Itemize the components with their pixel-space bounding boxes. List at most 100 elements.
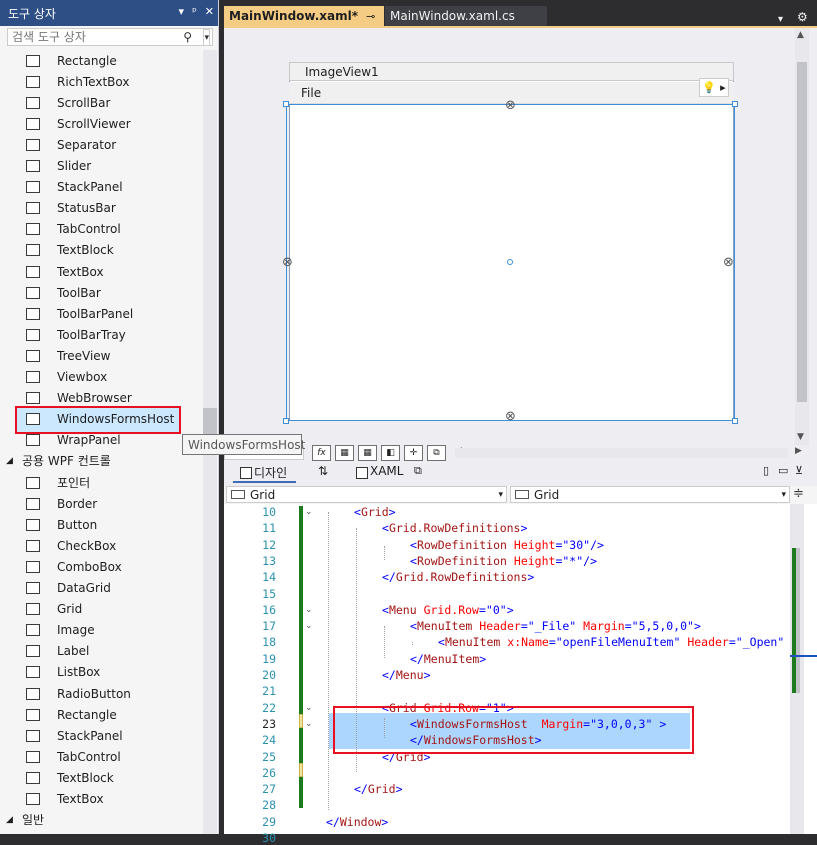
expand-icon[interactable]: ◢ — [6, 456, 16, 466]
toolbox-search[interactable]: ⚲ ▾ — [7, 28, 213, 46]
view-switch-bar — [224, 461, 817, 486]
chevron-down-icon[interactable]: ▾ — [203, 29, 210, 46]
dropdown-icon[interactable]: ▾ — [179, 5, 185, 18]
element-selector-left[interactable]: Grid ▾ — [226, 486, 507, 503]
toolbox-item[interactable]: CheckBox — [14, 535, 200, 556]
toolbox-item[interactable]: Image — [14, 620, 200, 641]
menu-item-file[interactable]: File — [301, 86, 321, 100]
snap-lines-icon[interactable]: ✛ — [404, 445, 423, 461]
artboard-icon[interactable]: ◧ — [381, 445, 400, 461]
listbox-icon — [26, 666, 40, 679]
designer-scroll-thumb[interactable] — [797, 62, 807, 402]
toolbox-item[interactable]: ListBox — [14, 662, 200, 683]
toolbox-item[interactable]: Label — [14, 641, 200, 662]
toolbox-category-label: 일반 — [22, 813, 45, 828]
close-icon[interactable]: ✕ — [205, 5, 214, 18]
resize-handle[interactable] — [732, 418, 738, 424]
swap-panes-button[interactable]: ⇅ — [318, 464, 328, 478]
toolbox-item[interactable]: TreeView — [14, 345, 200, 366]
tab-mainwindow-xaml[interactable]: MainWindow.xaml* ⊸ ✕ — [224, 6, 393, 26]
toolbox-item[interactable]: Border — [14, 493, 200, 514]
resize-handle[interactable] — [283, 418, 289, 424]
margin-link-icon[interactable]: ⊗ — [723, 255, 734, 270]
collapse-icon[interactable]: ⌄ — [305, 703, 313, 713]
toolbox-item[interactable]: TabControl — [14, 746, 200, 767]
line-number: 27 — [262, 782, 276, 797]
expand-icon[interactable]: ◢ — [6, 815, 16, 825]
toolbox-item[interactable]: TabControl — [14, 219, 200, 240]
formula-icon[interactable]: fx — [312, 445, 331, 461]
textblock-icon — [26, 771, 40, 784]
snap-grid-icon[interactable]: ▦ — [358, 445, 377, 461]
device-icon[interactable]: ⧉ — [427, 445, 446, 461]
toolbox-item-label: StackPanel — [57, 728, 123, 743]
pin-icon[interactable]: ᵖ — [192, 5, 197, 18]
tab-mainwindow-xaml-cs[interactable]: MainWindow.xaml.cs — [385, 6, 547, 26]
collapse-icon[interactable]: ⌄ — [305, 507, 313, 517]
collapse-pane-icon[interactable]: ⊻ — [795, 464, 803, 477]
margin-link-icon[interactable]: ⊗ — [505, 98, 516, 113]
toolbox-item[interactable]: DataGrid — [14, 578, 200, 599]
scroll-down-icon[interactable]: ▼ — [797, 432, 804, 442]
document-tabs: MainWindow.xaml* ⊸ ✕ MainWindow.xaml.cs … — [224, 6, 817, 26]
toolbox-item[interactable]: StackPanel — [14, 177, 200, 198]
code-line: <Grid> — [354, 505, 396, 519]
toolbox-item[interactable]: RadioButton — [14, 683, 200, 704]
toolbox-item[interactable]: Button — [14, 514, 200, 535]
collapse-icon[interactable]: ⌄ — [305, 605, 313, 615]
quick-actions-button[interactable]: 💡 ▸ — [699, 78, 729, 97]
statusbar-icon — [26, 202, 40, 215]
toolbox-item[interactable]: ComboBox — [14, 556, 200, 577]
chevron-down-icon[interactable]: ▾ — [778, 14, 783, 25]
gear-icon[interactable]: ⚙ — [797, 10, 808, 24]
popout-icon[interactable]: ⧉ — [414, 464, 422, 478]
toolbox-category[interactable]: ◢ 일반 — [6, 810, 196, 830]
toolbox-item[interactable]: TextBox — [14, 789, 200, 810]
toolbox-item[interactable]: TextBlock — [14, 240, 200, 261]
split-icon[interactable]: ≑ — [793, 486, 804, 501]
line-number: 18 — [262, 635, 276, 650]
grid-toggle-icon[interactable]: ▦ — [335, 445, 354, 461]
toolbox-item[interactable]: WrapPanel — [14, 430, 200, 451]
toolbox-item[interactable]: ToolBar — [14, 282, 200, 303]
search-icon[interactable]: ⚲ — [183, 30, 192, 44]
toolbox-item[interactable]: StatusBar — [14, 198, 200, 219]
tab-design[interactable]: 디자인 — [254, 464, 287, 481]
toolbox-item[interactable]: TextBlock — [14, 767, 200, 788]
toolbox-item[interactable]: 포인터 — [14, 472, 200, 493]
element-selector-right[interactable]: Grid ▾ — [510, 486, 790, 503]
margin-link-icon[interactable]: ⊗ — [282, 255, 293, 270]
scroll-up-icon[interactable]: ▲ — [797, 30, 804, 40]
margin-link-icon[interactable]: ⊗ — [505, 409, 516, 424]
toolbox-item-label: DataGrid — [57, 581, 111, 595]
tab-xaml[interactable]: XAML — [370, 464, 403, 478]
toolbox-search-input[interactable] — [8, 29, 172, 45]
toolbox-item[interactable]: Grid — [14, 599, 200, 620]
toolbox-item[interactable]: ToolBarPanel — [14, 303, 200, 324]
toolbox-category[interactable]: ◢ 공용 WPF 컨트롤 — [6, 451, 196, 471]
scroll-right-icon[interactable]: ▶ — [795, 446, 802, 456]
collapse-icon[interactable]: ⌄ — [305, 719, 313, 729]
toolbox-item[interactable]: Slider — [14, 156, 200, 177]
collapse-icon[interactable]: ⌄ — [305, 621, 313, 631]
toolbox-item[interactable]: Separator — [14, 134, 200, 155]
toolbox-item[interactable]: TextBox — [14, 261, 200, 282]
toolbox-item[interactable]: ScrollBar — [14, 92, 200, 113]
toolbox-item[interactable]: Rectangle — [14, 50, 200, 71]
resize-handle[interactable] — [732, 101, 738, 107]
toolbox-item[interactable]: WebBrowser — [14, 388, 200, 409]
toolbox-item[interactable]: WindowsFormsHost — [14, 409, 200, 430]
split-horizontal-icon[interactable]: ▭ — [778, 464, 788, 477]
split-vertical-icon[interactable]: ▯ — [763, 464, 769, 477]
resize-handle[interactable] — [283, 101, 289, 107]
toolbox-item[interactable]: Rectangle — [14, 704, 200, 725]
toolbox-item[interactable]: ScrollViewer — [14, 113, 200, 134]
designer-horizontal-scrollbar[interactable] — [455, 448, 788, 458]
toolbox-item-label: RichTextBox — [57, 74, 130, 89]
unsaved-change-marker — [299, 763, 303, 777]
toolbox-item[interactable]: ToolBarTray — [14, 324, 200, 345]
toolbox-item[interactable]: StackPanel — [14, 725, 200, 746]
pin-icon[interactable]: ⊸ — [366, 10, 375, 23]
toolbox-item[interactable]: Viewbox — [14, 367, 200, 388]
toolbox-item[interactable]: RichTextBox — [14, 71, 200, 92]
